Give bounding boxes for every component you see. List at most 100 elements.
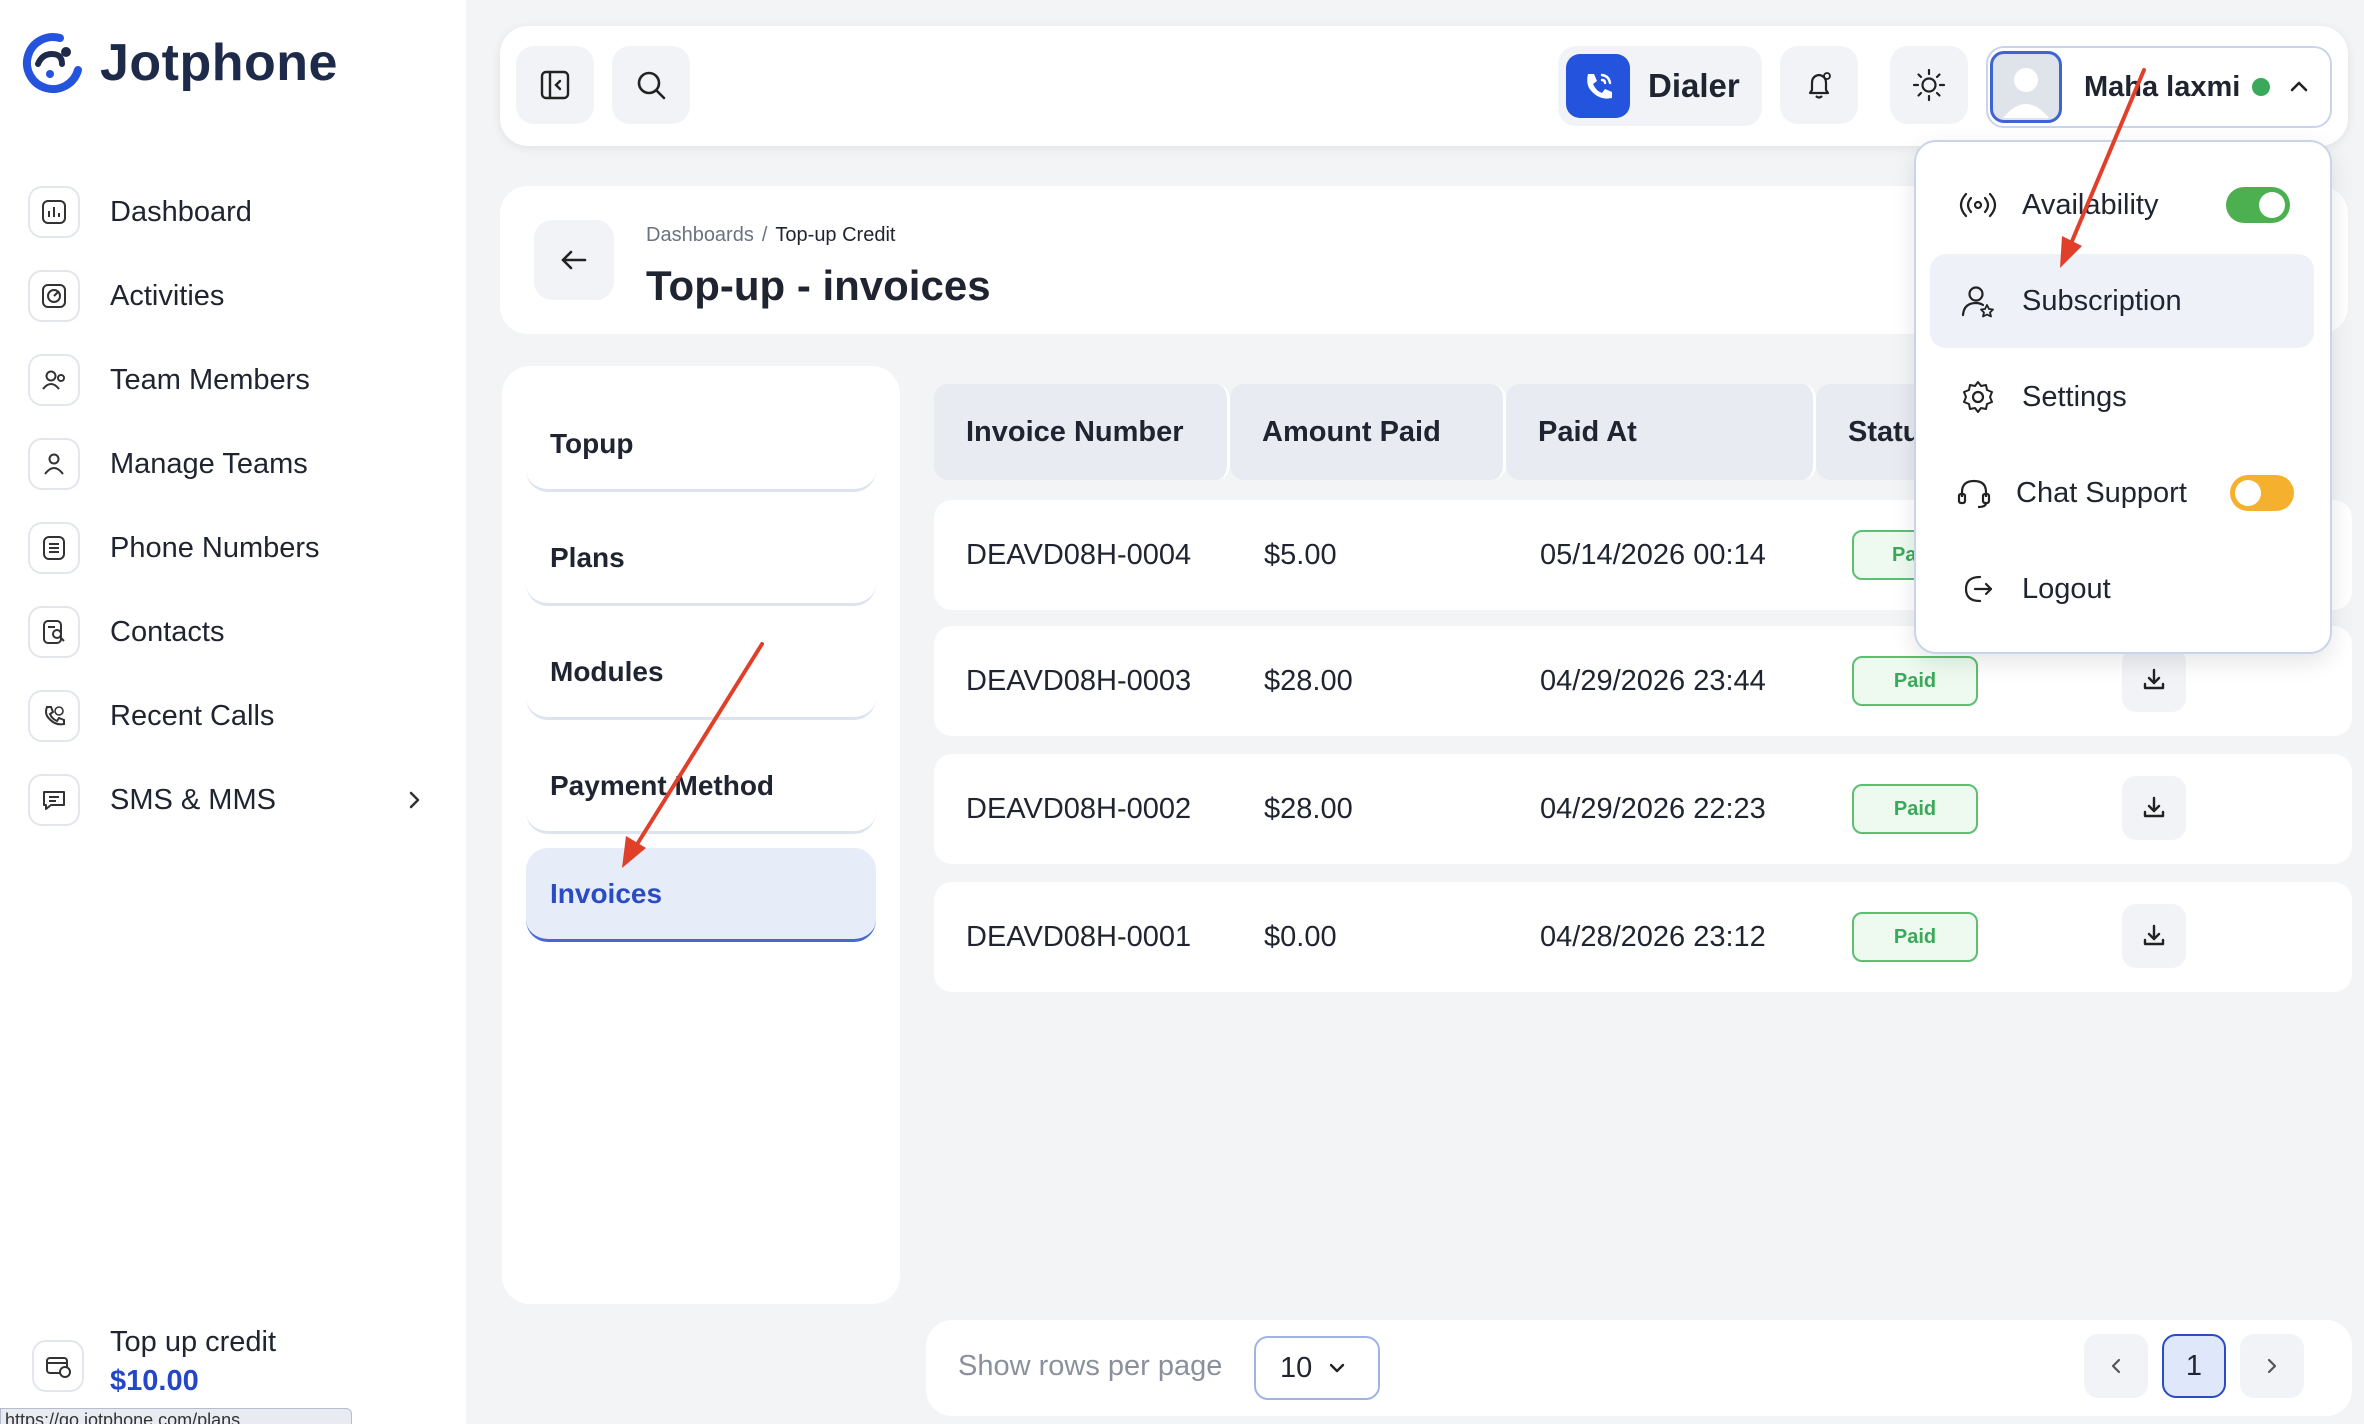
top-bar: Dialer Maha laxmi: [500, 26, 2348, 146]
tab-payment-method[interactable]: Payment Method: [526, 740, 876, 834]
search-icon: [637, 71, 666, 100]
sidebar-item-phone-numbers[interactable]: Phone Numbers: [28, 506, 438, 590]
invoice-number: DEAVD08H-0001: [966, 920, 1192, 953]
download-invoice-button[interactable]: [2122, 904, 2186, 968]
tab-modules[interactable]: Modules: [526, 626, 876, 720]
sidebar-item-team-members[interactable]: Team Members: [28, 338, 438, 422]
sidebar: Jotphone Dashboard Activities Team Membe…: [0, 0, 466, 1424]
dialer-label: Dialer: [1648, 67, 1740, 104]
invoice-number: DEAVD08H-0004: [966, 538, 1192, 571]
menu-label-subscription: Subscription: [2022, 284, 2182, 317]
sidebar-item-dashboard[interactable]: Dashboard: [28, 170, 438, 254]
rows-per-page-select[interactable]: 10: [1254, 1336, 1380, 1400]
sidebar-item-label: Team Members: [110, 363, 310, 396]
breadcrumb-current: Top-up Credit: [775, 224, 896, 246]
app-logo[interactable]: Jotphone: [20, 30, 338, 96]
sidebar-item-contacts[interactable]: Contacts: [28, 590, 438, 674]
toggle-knob: [2259, 192, 2285, 218]
next-page-button[interactable]: [2240, 1334, 2304, 1398]
topup-tabs-panel: Topup Plans Modules Payment Method Invoi…: [502, 366, 900, 1304]
menu-item-logout[interactable]: Logout: [1930, 542, 2314, 636]
manage-teams-icon: [28, 438, 80, 490]
notifications-button[interactable]: [1780, 46, 1858, 124]
availability-toggle[interactable]: [2226, 187, 2290, 223]
status-badge: Paid: [1852, 656, 1978, 706]
amount-paid: $5.00: [1264, 538, 1337, 571]
previous-page-button[interactable]: [2084, 1334, 2148, 1398]
tab-plans[interactable]: Plans: [526, 512, 876, 606]
table-row: DEAVD08H-0001 $0.00 04/28/2026 23:12 Pai…: [934, 882, 2352, 992]
chat-support-toggle[interactable]: [2230, 475, 2294, 511]
page-button-current[interactable]: 1: [2162, 1334, 2226, 1398]
breadcrumb-dashboards[interactable]: Dashboards: [646, 224, 754, 246]
back-button[interactable]: [534, 220, 614, 300]
download-invoice-button[interactable]: [2122, 776, 2186, 840]
sidebar-item-label: Recent Calls: [110, 699, 275, 732]
menu-item-availability[interactable]: Availability: [1930, 158, 2314, 252]
credit-title: Top up credit: [110, 1326, 277, 1358]
sidebar-item-label: Activities: [110, 279, 225, 312]
user-name: Maha laxmi: [2084, 70, 2241, 103]
activities-icon: [28, 270, 80, 322]
sun-icon: [1912, 68, 1946, 102]
online-status-dot: [2252, 78, 2271, 96]
tab-topup[interactable]: Topup: [526, 398, 876, 492]
wallet-icon: [32, 1340, 84, 1392]
sidebar-item-label: Contacts: [110, 615, 225, 648]
sidebar-item-label: Dashboard: [110, 195, 252, 228]
credit-amount: $10.00: [110, 1365, 199, 1397]
menu-item-chat-support[interactable]: Chat Support: [1930, 446, 2314, 540]
app-name: Jotphone: [100, 34, 338, 92]
toggle-knob: [2235, 480, 2261, 506]
invoice-number: DEAVD08H-0002: [966, 792, 1192, 825]
invoice-number: DEAVD08H-0003: [966, 664, 1192, 697]
table-row: DEAVD08H-0002 $28.00 04/29/2026 22:23 Pa…: [934, 754, 2352, 864]
theme-toggle-button[interactable]: [1890, 46, 1968, 124]
breadcrumb-separator: /: [761, 224, 768, 246]
paid-at: 04/28/2026 23:12: [1540, 920, 1766, 953]
dialer-button[interactable]: Dialer: [1558, 46, 1762, 126]
download-icon: [2143, 924, 2165, 946]
paid-at: 04/29/2026 22:23: [1540, 792, 1766, 825]
menu-item-settings[interactable]: Settings: [1930, 350, 2314, 444]
user-star-icon: [1961, 286, 1994, 318]
tab-invoices[interactable]: Invoices: [526, 848, 876, 942]
sidebar-item-label: Manage Teams: [110, 447, 308, 480]
sidebar-item-recent-calls[interactable]: Recent Calls: [28, 674, 438, 758]
amount-paid: $0.00: [1264, 920, 1337, 953]
arrow-left-icon: [561, 250, 587, 270]
download-icon: [2143, 796, 2165, 818]
amount-paid: $28.00: [1264, 792, 1353, 825]
column-header-invoice-number: Invoice Number: [934, 384, 1230, 480]
menu-label-chat-support: Chat Support: [2016, 476, 2187, 509]
user-profile-button[interactable]: Maha laxmi: [1986, 46, 2332, 128]
collapse-sidebar-button[interactable]: [516, 46, 594, 124]
bell-icon: [1808, 72, 1831, 99]
status-badge: Paid: [1852, 912, 1978, 962]
sidebar-item-activities[interactable]: Activities: [28, 254, 438, 338]
phone-icon: [1566, 54, 1630, 118]
browser-status-url: https://go.jotphone.com/plans: [0, 1408, 352, 1424]
sidebar-item-sms-mms[interactable]: SMS & MMS: [28, 758, 438, 842]
amount-paid: $28.00: [1264, 664, 1353, 697]
sidebar-item-label: Phone Numbers: [110, 531, 320, 564]
menu-label-settings: Settings: [2022, 380, 2127, 413]
download-icon: [2143, 668, 2165, 690]
top-up-credit[interactable]: Top up credit $10.00: [32, 1326, 276, 1398]
menu-item-subscription[interactable]: Subscription: [1930, 254, 2314, 348]
paid-at: 05/14/2026 00:14: [1540, 538, 1766, 571]
search-button[interactable]: [612, 46, 690, 124]
gear-icon: [1963, 381, 1993, 413]
sidebar-item-manage-teams[interactable]: Manage Teams: [28, 422, 438, 506]
menu-label-availability: Availability: [2022, 188, 2159, 221]
download-invoice-button[interactable]: [2122, 648, 2186, 712]
sms-icon: [28, 774, 80, 826]
rows-per-page-value: 10: [1280, 1351, 1313, 1384]
chevron-left-icon: [2111, 1358, 2121, 1374]
invoice-table-header: Invoice Number Amount Paid Paid At Statu: [934, 384, 1936, 480]
column-header-amount-paid: Amount Paid: [1230, 384, 1506, 480]
team-members-icon: [28, 354, 80, 406]
jotphone-logo-icon: [22, 33, 82, 94]
logout-icon: [1964, 575, 1993, 603]
contacts-icon: [28, 606, 80, 658]
